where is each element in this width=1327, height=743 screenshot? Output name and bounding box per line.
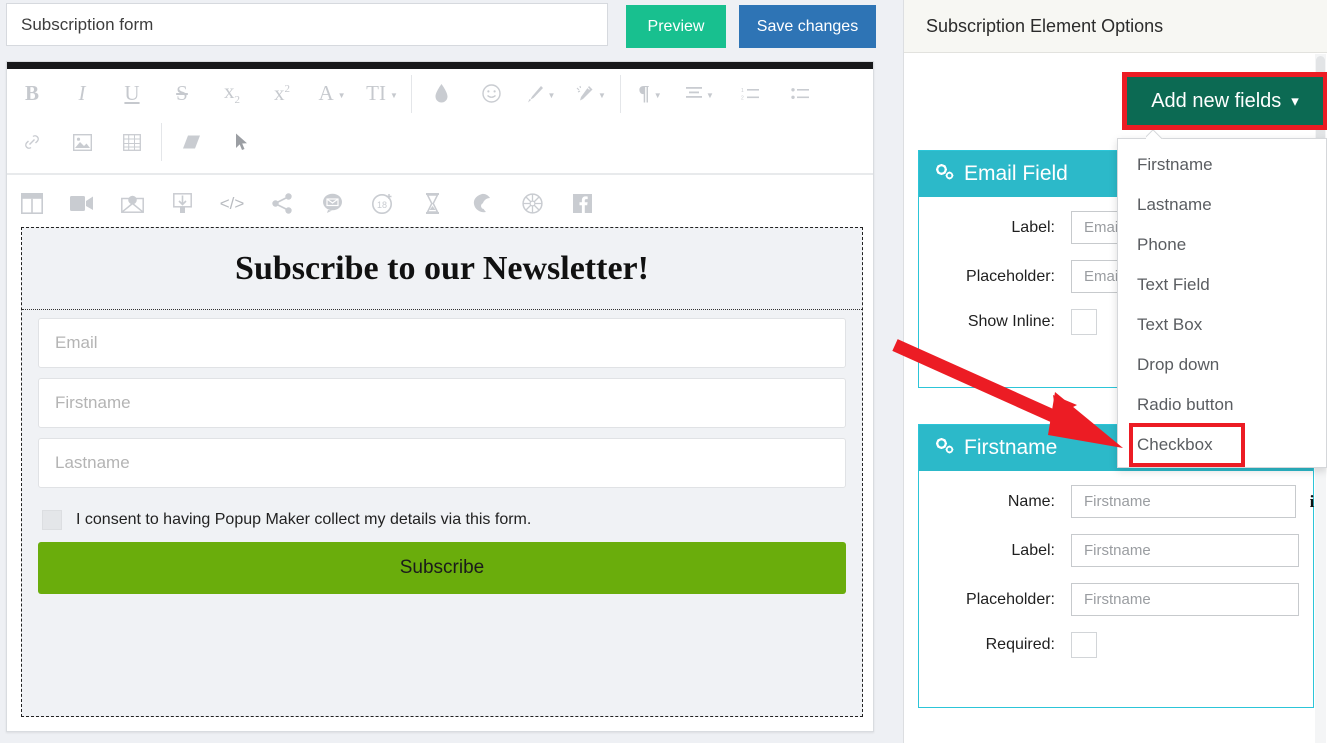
table-icon[interactable] xyxy=(107,118,157,166)
bold-icon[interactable]: B xyxy=(7,69,57,118)
toolbar-row-formatting: B I U S x2 x2 A ▼ TI ▼ ▼ ▼ ¶ ▼ ▼ 1 2 xyxy=(7,69,873,118)
font-size-icon[interactable]: TI ▼ xyxy=(357,69,407,118)
ribbon-icon[interactable] xyxy=(457,175,507,231)
firstname-placeholder-input[interactable] xyxy=(1071,583,1299,616)
paragraph-icon[interactable]: ¶ ▼ xyxy=(625,69,675,118)
editor-panel: B I U S x2 x2 A ▼ TI ▼ ▼ ▼ ¶ ▼ ▼ 1 2 </>… xyxy=(6,61,874,732)
form-heading-block: Subscribe to our Newsletter! xyxy=(22,228,862,310)
firstname-label-row: Label: xyxy=(919,534,1313,567)
link-icon[interactable] xyxy=(7,118,57,166)
svg-text:2: 2 xyxy=(741,95,744,101)
dropdown-item-drop-down[interactable]: Drop down xyxy=(1118,345,1326,385)
add-new-fields-button[interactable]: Add new fields ▾ xyxy=(1127,77,1323,125)
form-heading: Subscribe to our Newsletter! xyxy=(235,249,649,287)
save-changes-button[interactable]: Save changes xyxy=(739,5,876,48)
video-icon[interactable] xyxy=(57,175,107,231)
toolbar-divider xyxy=(161,123,162,161)
wheel-icon[interactable] xyxy=(507,175,557,231)
firstname-field-panel-title: Firstname xyxy=(964,436,1058,459)
italic-icon[interactable]: I xyxy=(57,69,107,118)
toolbar-row-widgets: </> 18 xyxy=(7,174,873,231)
age-restriction-icon[interactable]: 18 xyxy=(357,175,407,231)
subscript-icon[interactable]: x2 xyxy=(207,69,257,118)
speech-bubble-icon[interactable] xyxy=(307,175,357,231)
droplet-icon[interactable] xyxy=(416,69,466,118)
dropdown-item-text-box[interactable]: Text Box xyxy=(1118,305,1326,345)
form-title-input[interactable] xyxy=(6,3,608,46)
firstname-required-checkbox[interactable] xyxy=(1071,632,1097,658)
dropdown-item-text-field[interactable]: Text Field xyxy=(1118,265,1326,305)
email-label-label: Label: xyxy=(1011,218,1055,236)
hourglass-icon[interactable] xyxy=(407,175,457,231)
code-icon[interactable]: </> xyxy=(207,175,257,231)
preview-firstname-input[interactable]: Firstname xyxy=(38,378,846,428)
email-field-panel-title: Email Field xyxy=(964,162,1068,185)
firstname-placeholder-label: Placeholder: xyxy=(966,590,1055,608)
consent-checkbox[interactable] xyxy=(42,510,62,530)
svg-text:18: 18 xyxy=(376,200,386,210)
firstname-required-row: Required: xyxy=(919,632,1313,658)
align-icon[interactable]: ▼ xyxy=(675,69,725,118)
toolbar-divider xyxy=(411,74,412,113)
email-showinline-label: Show Inline: xyxy=(967,313,1055,330)
form-preview-canvas: Subscribe to our Newsletter! Email First… xyxy=(21,227,863,717)
app-root: Preview Save changes B I U S x2 x2 A▼ TI… xyxy=(0,0,1327,743)
info-icon[interactable]: i xyxy=(1296,492,1327,512)
consent-row: I consent to having Popup Maker collect … xyxy=(38,498,846,542)
email-placeholder-label: Placeholder: xyxy=(966,267,1055,285)
firstname-name-label: Name: xyxy=(1007,492,1055,510)
firstname-label-label: Label: xyxy=(1011,541,1055,559)
brush-icon[interactable]: ▼ xyxy=(516,69,566,118)
dropdown-item-radio-button[interactable]: Radio button xyxy=(1118,385,1326,425)
layout-icon[interactable] xyxy=(7,175,57,231)
cursor-select-icon[interactable] xyxy=(216,118,266,166)
consent-label: I consent to having Popup Maker collect … xyxy=(76,511,532,528)
ordered-list-icon[interactable]: 12 xyxy=(725,69,775,118)
dropdown-item-lastname[interactable]: Lastname xyxy=(1118,185,1326,225)
add-new-fields-wrapper: Add new fields ▾ xyxy=(1122,72,1327,130)
firstname-required-label: Required: xyxy=(985,636,1055,653)
options-panel-title: Subscription Element Options xyxy=(904,0,1327,53)
subscribe-button[interactable]: Subscribe xyxy=(38,542,846,594)
strikethrough-icon[interactable]: S xyxy=(157,69,207,118)
firstname-field-panel-body: Name: i Label: Placeholder: Required: xyxy=(919,471,1314,658)
share-icon[interactable] xyxy=(257,175,307,231)
form-fields-block: Email Firstname Lastname I consent to ha… xyxy=(22,310,862,604)
chevron-down-icon: ▾ xyxy=(1291,93,1299,110)
dropdown-item-checkbox[interactable]: Checkbox xyxy=(1129,423,1245,467)
editor-top-bar xyxy=(7,62,873,69)
firstname-name-row: Name: i xyxy=(919,485,1314,518)
firstname-name-input[interactable] xyxy=(1071,485,1296,518)
image-icon[interactable] xyxy=(57,118,107,166)
dropdown-item-firstname[interactable]: Firstname xyxy=(1118,145,1326,185)
gears-icon xyxy=(935,162,955,186)
eraser-format-icon[interactable]: ▼ xyxy=(566,69,616,118)
preview-lastname-input[interactable]: Lastname xyxy=(38,438,846,488)
svg-text:1: 1 xyxy=(741,88,744,94)
add-new-fields-label: Add new fields xyxy=(1151,89,1282,112)
toolbar-divider xyxy=(620,74,621,113)
toolbar-row-insert xyxy=(7,118,873,166)
emoji-icon[interactable] xyxy=(466,69,516,118)
superscript-icon[interactable]: x2 xyxy=(257,69,307,118)
unordered-list-icon[interactable] xyxy=(775,69,825,118)
firstname-label-input[interactable] xyxy=(1071,534,1299,567)
facebook-icon[interactable] xyxy=(557,175,607,231)
top-toolbar: Preview Save changes xyxy=(6,3,876,48)
preview-email-input[interactable]: Email xyxy=(38,318,846,368)
font-color-icon[interactable]: A ▼ xyxy=(307,69,357,118)
envelope-icon[interactable] xyxy=(107,175,157,231)
preview-button[interactable]: Preview xyxy=(626,5,726,48)
eraser-icon[interactable] xyxy=(166,118,216,166)
firstname-placeholder-row: Placeholder: xyxy=(919,583,1313,616)
dropdown-item-phone[interactable]: Phone xyxy=(1118,225,1326,265)
email-showinline-checkbox[interactable] xyxy=(1071,309,1097,335)
gears-icon xyxy=(935,436,955,460)
add-new-fields-dropdown: Firstname Lastname Phone Text Field Text… xyxy=(1117,138,1327,468)
download-icon[interactable] xyxy=(157,175,207,231)
underline-icon[interactable]: U xyxy=(107,69,157,118)
dropdown-caret xyxy=(1146,130,1163,139)
editor-column: Preview Save changes B I U S x2 x2 A▼ TI… xyxy=(0,0,880,743)
